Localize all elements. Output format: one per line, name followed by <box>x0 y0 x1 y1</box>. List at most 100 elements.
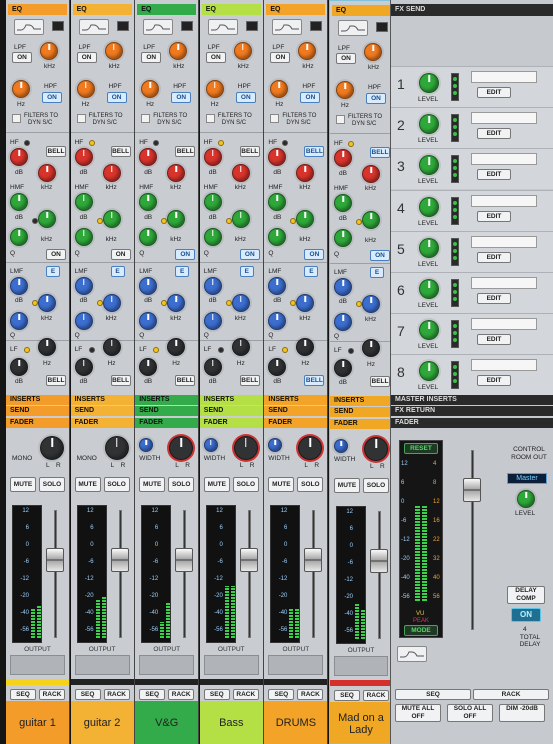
hmf-freq-knob[interactable] <box>362 211 380 229</box>
hmf-q-knob[interactable] <box>10 228 28 246</box>
hf-gain-knob[interactable] <box>268 148 287 166</box>
hmf-on-button[interactable]: ON <box>239 249 260 260</box>
solo-button[interactable]: SOLO <box>363 478 389 493</box>
lmf-e-button[interactable]: E <box>175 266 190 277</box>
master-seq-button[interactable]: SEQ <box>395 689 471 700</box>
eq-enable-square[interactable] <box>181 21 194 31</box>
lf-freq-knob[interactable] <box>362 339 380 357</box>
filters-dyn-checkbox[interactable] <box>141 114 151 123</box>
rack-button[interactable]: RACK <box>297 689 324 700</box>
solo-button[interactable]: SOLO <box>39 477 65 492</box>
rack-button[interactable]: RACK <box>168 689 195 700</box>
lpf-on-button[interactable]: ON <box>270 52 291 63</box>
hmf-gain-knob[interactable] <box>268 193 287 211</box>
eq-enable-square[interactable] <box>245 21 258 31</box>
fader-handle[interactable] <box>239 548 258 572</box>
solo-button[interactable]: SOLO <box>168 477 195 492</box>
hmf-freq-knob[interactable] <box>38 210 56 228</box>
inserts-label[interactable]: INSERTS <box>135 395 199 405</box>
hpf-freq-knob[interactable] <box>270 80 289 98</box>
fader-handle[interactable] <box>175 548 194 572</box>
solo-button[interactable]: SOLO <box>232 477 259 492</box>
channel-name[interactable]: Mad on a Lady <box>330 702 392 743</box>
lf-gain-knob[interactable] <box>10 358 28 376</box>
hf-freq-knob[interactable] <box>231 164 250 182</box>
pan-knob[interactable] <box>233 436 258 460</box>
hmf-q-knob[interactable] <box>139 228 158 246</box>
lpf-on-button[interactable]: ON <box>205 52 226 63</box>
hpf-freq-knob[interactable] <box>12 80 30 98</box>
mute-button[interactable]: MUTE <box>268 477 295 492</box>
fx-send-level-knob[interactable] <box>419 114 439 135</box>
lpf-freq-knob[interactable] <box>169 42 188 60</box>
lmf-freq-knob[interactable] <box>102 294 121 312</box>
channel-name[interactable]: DRUMS <box>264 701 328 744</box>
fx-send-level-knob[interactable] <box>419 237 439 258</box>
hf-gain-knob[interactable] <box>203 148 222 166</box>
master-fader-handle[interactable] <box>463 478 481 502</box>
rack-button[interactable]: RACK <box>232 689 259 700</box>
lmf-freq-knob[interactable] <box>362 295 380 313</box>
channel-name[interactable]: guitar 1 <box>6 701 69 744</box>
fx-send-name-field[interactable] <box>471 112 537 125</box>
lf-gain-knob[interactable] <box>203 358 222 376</box>
hf-freq-knob[interactable] <box>167 164 186 182</box>
eq-curve-button[interactable] <box>272 19 303 35</box>
eq-enable-square[interactable] <box>310 21 323 31</box>
hpf-on-button[interactable]: ON <box>235 92 256 103</box>
fx-send-edit-button[interactable]: EDIT <box>477 251 511 263</box>
eq-curve-button[interactable] <box>143 19 174 35</box>
seq-button[interactable]: SEQ <box>74 689 101 700</box>
lf-bell-button[interactable]: BELL <box>110 375 131 386</box>
eq-enable-square[interactable] <box>52 21 64 31</box>
lpf-freq-knob[interactable] <box>233 42 252 60</box>
eq-enable-square[interactable] <box>116 21 129 31</box>
lf-bell-button[interactable]: BELL <box>175 375 196 386</box>
fx-send-edit-button[interactable]: EDIT <box>477 128 511 140</box>
send-label[interactable]: SEND <box>330 407 392 417</box>
lmf-e-button[interactable]: E <box>46 266 60 277</box>
hpf-freq-knob[interactable] <box>76 80 95 98</box>
hmf-gain-knob[interactable] <box>10 193 28 211</box>
eq-curve-button[interactable] <box>338 20 368 36</box>
reset-button[interactable]: RESET <box>404 443 438 454</box>
mute-button[interactable]: MUTE <box>74 477 101 492</box>
master-rack-button[interactable]: RACK <box>473 689 549 700</box>
fx-send-level-knob[interactable] <box>419 320 439 341</box>
eq-curve-button[interactable] <box>78 19 109 35</box>
hmf-q-knob[interactable] <box>203 228 222 246</box>
fx-send-name-field[interactable] <box>471 277 537 289</box>
send-label[interactable]: SEND <box>70 406 134 416</box>
filters-dyn-checkbox[interactable] <box>270 114 280 123</box>
lmf-e-button[interactable]: E <box>239 266 254 277</box>
solo-button[interactable]: SOLO <box>103 477 130 492</box>
hpf-freq-knob[interactable] <box>141 80 160 98</box>
lmf-gain-knob[interactable] <box>203 277 222 295</box>
rack-button[interactable]: RACK <box>103 689 130 700</box>
hf-bell-button[interactable]: BELL <box>46 146 66 157</box>
output-select[interactable] <box>74 655 130 675</box>
mute-button[interactable]: MUTE <box>203 477 230 492</box>
lmf-e-button[interactable]: E <box>110 266 125 277</box>
send-label[interactable]: SEND <box>135 406 199 416</box>
lmf-gain-knob[interactable] <box>334 278 352 296</box>
hmf-freq-knob[interactable] <box>102 210 121 228</box>
hpf-on-button[interactable]: ON <box>300 92 321 103</box>
hmf-gain-knob[interactable] <box>203 193 222 211</box>
fx-send-level-knob[interactable] <box>419 196 439 217</box>
seq-button[interactable]: SEQ <box>268 689 295 700</box>
width-knob[interactable] <box>268 438 283 452</box>
fx-send-edit-button[interactable]: EDIT <box>477 169 511 181</box>
fx-send-name-field[interactable] <box>471 153 537 166</box>
solo-all-off-button[interactable]: SOLO ALL OFF <box>447 704 493 722</box>
lmf-freq-knob[interactable] <box>167 294 186 312</box>
hf-gain-knob[interactable] <box>334 149 352 167</box>
hf-freq-knob[interactable] <box>38 164 56 182</box>
output-select[interactable] <box>139 655 195 675</box>
fx-send-edit-button[interactable]: EDIT <box>477 210 511 222</box>
fx-send-level-knob[interactable] <box>419 155 439 176</box>
pan-knob[interactable] <box>104 436 129 460</box>
width-knob[interactable] <box>334 439 348 453</box>
fx-send-level-knob[interactable] <box>419 361 439 382</box>
lmf-q-knob[interactable] <box>10 312 28 330</box>
